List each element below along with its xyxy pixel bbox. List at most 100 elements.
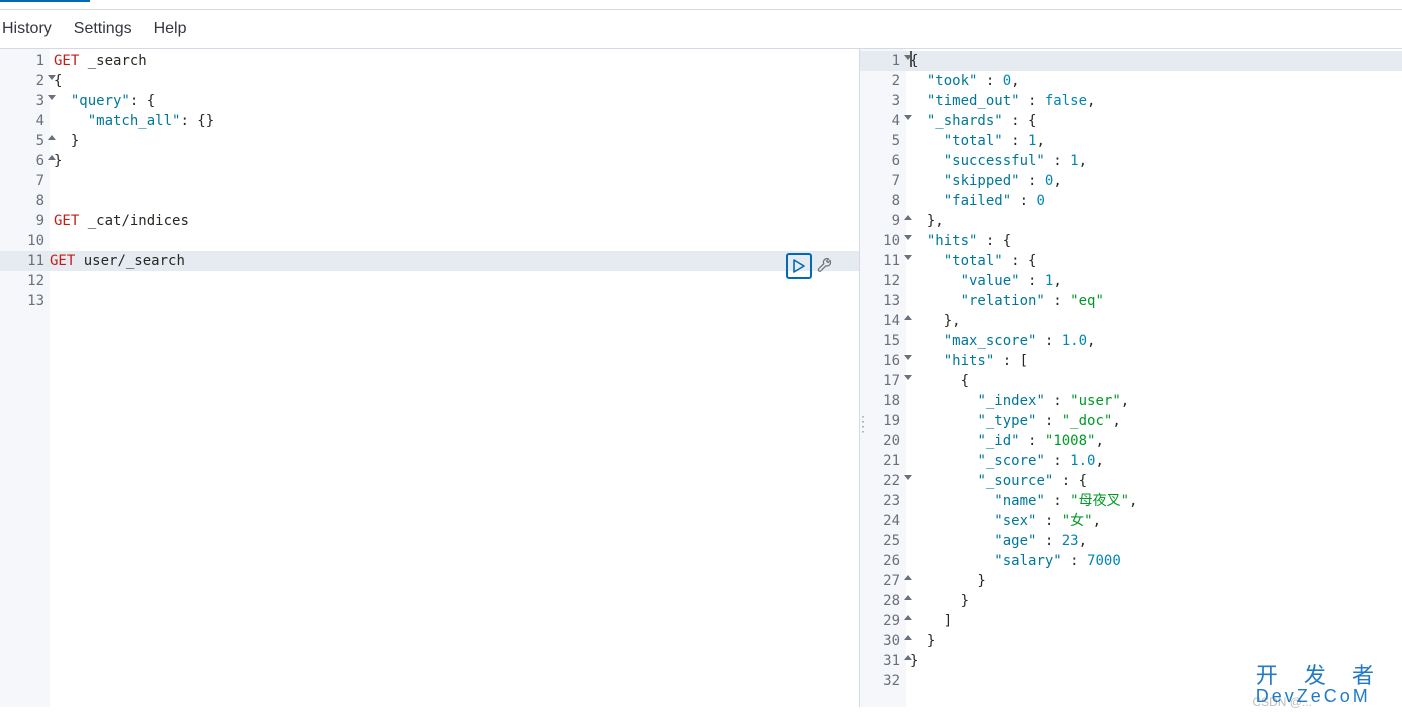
fold-close-icon[interactable]: [904, 215, 912, 220]
line-number: 4: [0, 111, 50, 131]
code-line[interactable]: "_source" : {: [906, 471, 1402, 491]
code-line[interactable]: "total" : 1,: [906, 131, 1402, 151]
line-number: 13: [860, 291, 906, 311]
code-line[interactable]: [50, 171, 859, 191]
fold-open-icon[interactable]: [904, 235, 912, 240]
code-line[interactable]: }: [906, 631, 1402, 651]
code-line[interactable]: "timed_out" : false,: [906, 91, 1402, 111]
code-line[interactable]: "sex" : "女",: [906, 511, 1402, 531]
fold-close-icon[interactable]: [904, 615, 912, 620]
line-number: 32: [860, 671, 906, 691]
menu-settings[interactable]: Settings: [74, 20, 132, 38]
code-line[interactable]: "_index" : "user",: [906, 391, 1402, 411]
line-number: 11: [860, 251, 906, 271]
fold-open-icon[interactable]: [904, 255, 912, 260]
line-number: 17: [860, 371, 906, 391]
code-line[interactable]: }: [906, 651, 1402, 671]
line-number: 11: [0, 251, 50, 271]
code-line[interactable]: {: [906, 371, 1402, 391]
response-viewer[interactable]: { "took" : 0, "timed_out" : false, "_sha…: [906, 49, 1402, 707]
line-number: 26: [860, 551, 906, 571]
code-line[interactable]: "_shards" : {: [906, 111, 1402, 131]
fold-open-icon[interactable]: [904, 475, 912, 480]
code-line[interactable]: [50, 231, 859, 251]
code-line[interactable]: GET _search: [50, 51, 859, 71]
code-line[interactable]: "hits" : {: [906, 231, 1402, 251]
code-line[interactable]: "failed" : 0: [906, 191, 1402, 211]
code-line[interactable]: GET user/_search: [0, 251, 859, 271]
line-number: 12: [0, 271, 50, 291]
code-line[interactable]: "age" : 23,: [906, 531, 1402, 551]
code-line[interactable]: "_score" : 1.0,: [906, 451, 1402, 471]
request-editor-panel: 12345678910111213 GET _search{ "query": …: [0, 49, 860, 707]
code-line[interactable]: "query": {: [50, 91, 859, 111]
code-line[interactable]: },: [906, 211, 1402, 231]
code-line[interactable]: [50, 291, 859, 311]
wrench-icon: [817, 258, 833, 274]
code-line[interactable]: }: [50, 151, 859, 171]
fold-open-icon[interactable]: [904, 375, 912, 380]
line-number: 28: [860, 591, 906, 611]
fold-close-icon[interactable]: [904, 575, 912, 580]
fold-open-icon[interactable]: [904, 115, 912, 120]
fold-open-icon[interactable]: [48, 95, 56, 100]
request-editor[interactable]: GET _search{ "query": { "match_all": {} …: [50, 49, 859, 707]
code-line[interactable]: "name" : "母夜叉",: [906, 491, 1402, 511]
fold-close-icon[interactable]: [48, 135, 56, 140]
fold-close-icon[interactable]: [904, 595, 912, 600]
line-number: 4: [860, 111, 906, 131]
line-number: 5: [860, 131, 906, 151]
code-line[interactable]: {: [906, 51, 1402, 71]
code-line[interactable]: "hits" : [: [906, 351, 1402, 371]
menu-help[interactable]: Help: [154, 20, 187, 38]
fold-close-icon[interactable]: [48, 155, 56, 160]
code-line[interactable]: [50, 271, 859, 291]
code-line[interactable]: }: [906, 571, 1402, 591]
code-line[interactable]: "match_all": {}: [50, 111, 859, 131]
line-number: 1: [860, 51, 906, 71]
code-line[interactable]: }: [906, 591, 1402, 611]
code-line[interactable]: "value" : 1,: [906, 271, 1402, 291]
line-number: 7: [0, 171, 50, 191]
code-line[interactable]: },: [906, 311, 1402, 331]
fold-close-icon[interactable]: [904, 635, 912, 640]
line-number: 9: [0, 211, 50, 231]
top-tab-indicator: [0, 0, 1402, 10]
send-request-button[interactable]: [786, 253, 812, 279]
line-number: 18: [860, 391, 906, 411]
code-line[interactable]: {: [50, 71, 859, 91]
code-line[interactable]: "relation" : "eq": [906, 291, 1402, 311]
fold-close-icon[interactable]: [904, 655, 912, 660]
fold-close-icon[interactable]: [904, 315, 912, 320]
code-line[interactable]: "total" : {: [906, 251, 1402, 271]
play-icon: [793, 259, 805, 273]
line-number: 10: [0, 231, 50, 251]
line-number: 31: [860, 651, 906, 671]
code-line[interactable]: }: [50, 131, 859, 151]
line-number: 21: [860, 451, 906, 471]
fold-open-icon[interactable]: [48, 75, 56, 80]
code-line[interactable]: [50, 191, 859, 211]
code-line[interactable]: "max_score" : 1.0,: [906, 331, 1402, 351]
code-line[interactable]: "took" : 0,: [906, 71, 1402, 91]
line-number: 8: [0, 191, 50, 211]
code-line[interactable]: "successful" : 1,: [906, 151, 1402, 171]
fold-open-icon[interactable]: [904, 355, 912, 360]
menu-history[interactable]: History: [2, 20, 52, 38]
code-line[interactable]: GET _cat/indices: [50, 211, 859, 231]
code-line[interactable]: "skipped" : 0,: [906, 171, 1402, 191]
code-line[interactable]: [906, 671, 1402, 691]
code-line[interactable]: "salary" : 7000: [906, 551, 1402, 571]
code-line[interactable]: "_id" : "1008",: [906, 431, 1402, 451]
line-number: 20: [860, 431, 906, 451]
code-line[interactable]: "_type" : "_doc",: [906, 411, 1402, 431]
wrench-button[interactable]: [814, 255, 836, 277]
line-number: 3: [0, 91, 50, 111]
line-number: 22: [860, 471, 906, 491]
line-number: 3: [860, 91, 906, 111]
line-number: 1: [0, 51, 50, 71]
line-number: 5: [0, 131, 50, 151]
line-number: 16: [860, 351, 906, 371]
line-number: 12: [860, 271, 906, 291]
code-line[interactable]: ]: [906, 611, 1402, 631]
